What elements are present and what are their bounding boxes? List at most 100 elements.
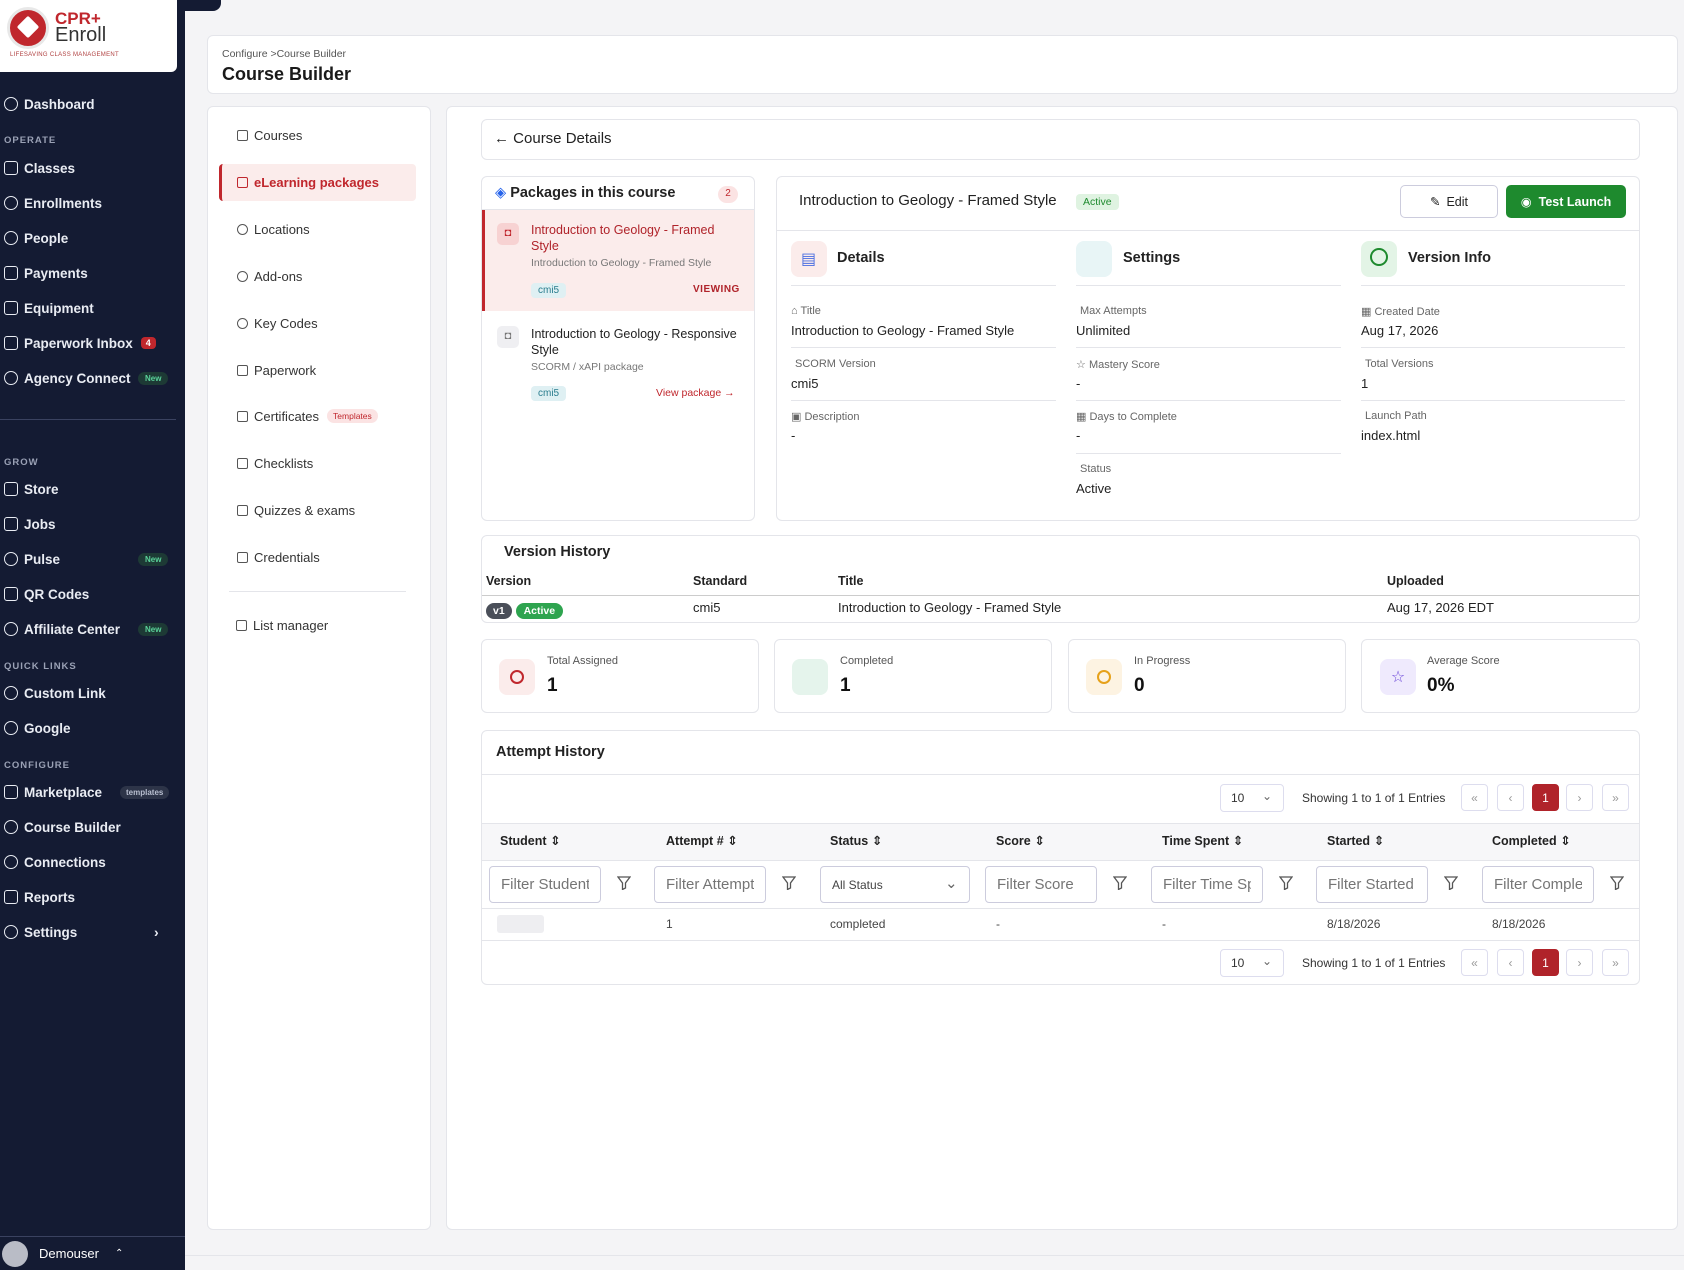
inbox-icon [4,336,18,350]
breadcrumb-parent[interactable]: Configure [222,48,268,60]
icon-glyph [1097,670,1111,684]
filter-time-input[interactable] [1151,866,1263,903]
submenu-list-manager[interactable]: List manager [236,615,328,635]
sidebar-toggle[interactable] [185,0,221,11]
sort-completed[interactable]: Completed ⇕ [1492,833,1571,848]
submenu-elearning-packages[interactable]: eLearning packages [237,172,379,192]
graduation-cap-icon [237,129,248,141]
user-menu[interactable]: Demouser ⌃ [0,1236,185,1270]
nav-enrollments[interactable]: Enrollments [4,191,174,215]
filter-icon[interactable] [1443,876,1459,891]
attempt-time: - [1162,917,1166,931]
cart-icon [4,482,18,496]
submenu-locations[interactable]: Locations [237,219,310,239]
nav-dashboard[interactable]: Dashboard [4,92,174,116]
nav-reports[interactable]: Reports [4,885,174,909]
view-package-link[interactable]: View package → [656,387,735,399]
chevron-right-icon: › [154,924,159,940]
test-launch-button[interactable]: ◉ Test Launch [1506,185,1626,218]
filter-icon[interactable] [1112,876,1128,891]
filter-attempt-input[interactable] [654,866,766,903]
prev-page-button[interactable]: ‹ [1497,949,1524,976]
filter-student-input[interactable] [489,866,601,903]
last-page-button[interactable]: » [1602,949,1629,976]
calendar-icon: ▦ [1076,411,1087,423]
showing-entries: Showing 1 to 1 of 1 Entries [1302,791,1446,805]
last-page-button[interactable]: » [1602,784,1629,811]
sort-started[interactable]: Started ⇕ [1327,833,1384,848]
prev-page-button[interactable]: ‹ [1497,784,1524,811]
edit-button[interactable]: ✎ Edit [1400,185,1498,218]
submenu-quizzes[interactable]: Quizzes & exams [237,500,355,520]
first-page-button[interactable]: « [1461,949,1488,976]
nav-qr-codes[interactable]: QR Codes [4,582,174,606]
submenu-paperwork[interactable]: Paperwork [237,360,316,380]
nav-label: Google [24,720,71,736]
filter-icon[interactable] [1278,876,1294,891]
page-button[interactable]: 1 [1532,949,1559,976]
nav-payments[interactable]: Payments [4,261,174,285]
sort-time-spent[interactable]: Time Spent ⇕ [1162,833,1243,848]
field-label: ▦ Created Date [1361,305,1440,318]
file-icon: ▣ [791,411,802,423]
viewing-status: VIEWING [693,284,740,295]
submenu-certificates[interactable]: Certificates Templates [237,406,378,426]
nav-marketplace[interactable]: Marketplace templates [4,780,174,804]
rocket-icon [4,371,18,385]
nav-equipment[interactable]: Equipment [4,296,174,320]
page-button[interactable]: 1 [1532,784,1559,811]
nav-affiliate-center[interactable]: Affiliate Center New [4,617,174,641]
filter-score-input[interactable] [985,866,1097,903]
submenu-checklists[interactable]: Checklists [237,453,313,473]
details-icon-box: ▤ [791,241,827,277]
nav-store[interactable]: Store [4,477,174,501]
column-header: Standard [693,574,748,588]
submenu-add-ons[interactable]: Add-ons [237,266,302,286]
status-filter-select[interactable]: All Status ⌄ [820,866,970,903]
filter-icon[interactable] [1609,876,1625,891]
submenu-label: Quizzes & exams [254,502,356,518]
nav-classes[interactable]: Classes [4,156,174,180]
next-page-button[interactable]: › [1566,949,1593,976]
nav-connections[interactable]: Connections [4,850,174,874]
filter-icon[interactable] [781,876,797,891]
nav-label: Course Builder [24,819,121,835]
nav-paperwork-inbox[interactable]: Paperwork Inbox 4 [4,331,174,355]
submenu-courses[interactable]: Courses [237,125,302,145]
page-size-select[interactable]: 10 ⌄ [1220,784,1284,812]
nav-google[interactable]: Google [4,716,174,740]
submenu-credentials[interactable]: Credentials [237,547,320,567]
sort-score[interactable]: Score ⇕ [996,833,1045,848]
nav-pulse[interactable]: Pulse New [4,547,174,571]
package-subtitle: Introduction to Geology - Framed Style [531,257,712,269]
icon-glyph [510,670,524,684]
sort-attempt[interactable]: Attempt # ⇕ [666,833,738,848]
nav-section-configure: CONFIGURE [4,760,70,771]
sort-student[interactable]: Student ⇕ [500,833,561,848]
nav-course-builder[interactable]: Course Builder [4,815,174,839]
qr-code-icon [4,587,18,601]
user-icon [4,196,18,210]
brand-logo[interactable]: CPR+ Enroll LIFESAVING CLASS MANAGEMENT [0,0,177,72]
next-page-button[interactable]: › [1566,784,1593,811]
column-label: Started [1327,834,1371,848]
boxes-icon [4,301,18,315]
sort-status[interactable]: Status ⇕ [830,833,882,848]
nav-jobs[interactable]: Jobs [4,512,174,536]
first-page-button[interactable]: « [1461,784,1488,811]
submenu-key-codes[interactable]: Key Codes [237,313,318,333]
filter-icon[interactable] [616,876,632,891]
description-label: Description [804,411,860,423]
back-link[interactable]: ← Course Details [494,130,612,147]
page-size-select[interactable]: 10 ⌄ [1220,949,1284,977]
nav-settings[interactable]: Settings › [4,920,174,944]
filter-started-input[interactable] [1316,866,1428,903]
filter-completed-input[interactable] [1482,866,1594,903]
nav-agency-connect[interactable]: Agency Connect New [4,366,174,390]
nav-label: Settings [24,924,78,940]
nav-people[interactable]: People [4,226,174,250]
nav-custom-link[interactable]: Custom Link [4,681,174,705]
sidebar: CPR+ Enroll LIFESAVING CLASS MANAGEMENT … [0,0,185,1270]
link-icon [4,721,18,735]
divider [1076,400,1341,401]
